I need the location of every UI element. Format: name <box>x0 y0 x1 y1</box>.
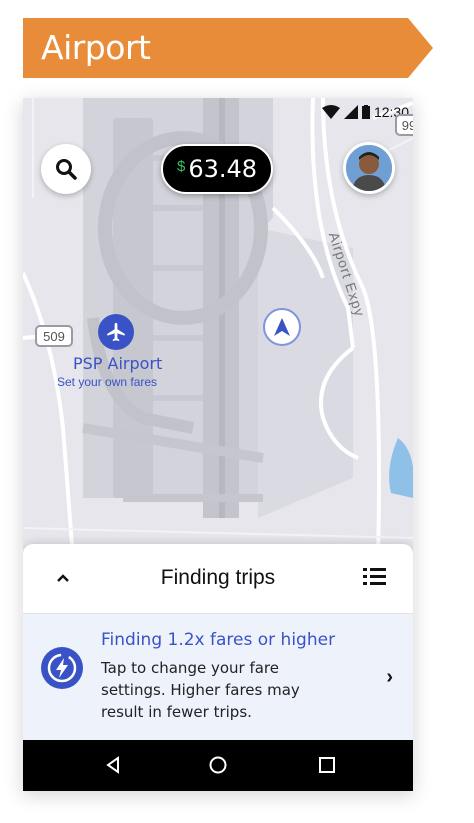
signal-icon <box>343 105 358 119</box>
airport-subtitle[interactable]: Set your own fares <box>57 375 157 389</box>
fare-card-body: Tap to change your fare settings. Higher… <box>101 659 300 721</box>
home-button[interactable] <box>205 752 231 778</box>
earnings-pill[interactable]: $ 63.48 <box>161 144 273 194</box>
airport-marker[interactable] <box>98 314 134 350</box>
search-button[interactable] <box>41 144 91 194</box>
back-button[interactable] <box>100 752 126 778</box>
airport-name[interactable]: PSP Airport <box>73 354 162 373</box>
phone-screen: 12:30 509 99 Airport Expy $ 63.48 PSP Ai… <box>23 98 413 791</box>
chevron-right-icon: › <box>386 666 393 688</box>
route-shield-509: 509 <box>35 325 73 347</box>
bolt-icon <box>47 653 77 683</box>
airplane-icon <box>107 322 125 342</box>
page: Airport 12:30 509 99 Airport Expy $ 63.4… <box>0 0 474 823</box>
battery-icon <box>361 105 370 119</box>
current-location-marker <box>263 308 301 346</box>
list-icon <box>363 568 386 585</box>
bottom-sheet: Finding trips Finding 1.2x fares or high… <box>23 544 413 740</box>
sheet-header: Finding trips <box>23 544 413 614</box>
bolt-icon-badge <box>41 647 83 689</box>
search-icon <box>56 159 77 180</box>
fare-card-title: Finding 1.2x fares or higher <box>101 630 336 650</box>
back-icon <box>106 756 119 774</box>
fare-settings-card[interactable]: Finding 1.2x fares or higher Tap to chan… <box>23 614 413 740</box>
currency-symbol: $ <box>176 157 186 175</box>
recents-icon <box>319 757 335 773</box>
section-banner: Airport <box>23 18 433 78</box>
driver-avatar[interactable] <box>343 142 395 194</box>
home-icon <box>209 756 227 774</box>
route-shield-99: 99 <box>395 114 413 136</box>
trip-list-button[interactable] <box>363 566 389 590</box>
banner-title: Airport <box>41 28 151 67</box>
avatar-photo <box>346 145 392 191</box>
navigation-arrow-icon <box>274 318 290 336</box>
sheet-title: Finding trips <box>160 566 276 589</box>
wifi-icon <box>321 105 340 119</box>
android-nav-bar <box>23 740 413 791</box>
earnings-amount: 63.48 <box>188 155 258 183</box>
recents-button[interactable] <box>314 752 340 778</box>
